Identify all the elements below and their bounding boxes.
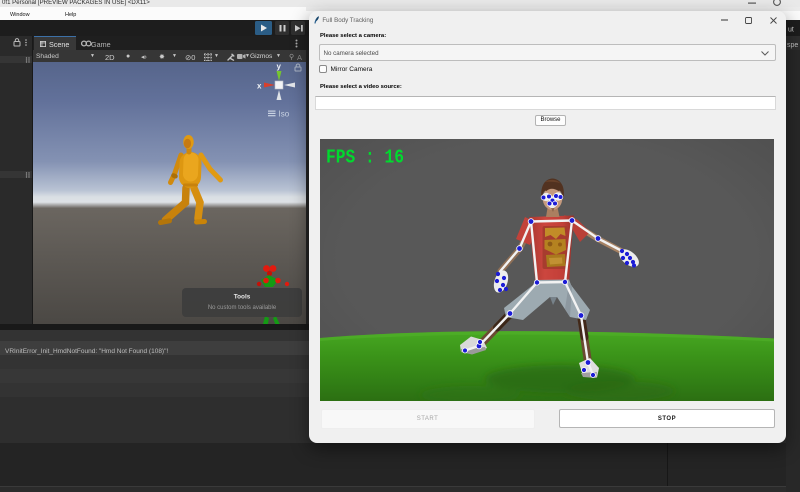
svg-text:No custom tools available: No custom tools available — [208, 305, 277, 311]
svg-text:Tools: Tools — [234, 294, 251, 301]
svg-text:spe: spe — [787, 42, 798, 49]
svg-text:x: x — [257, 82, 262, 91]
svg-text:y: y — [277, 62, 282, 71]
svg-text:ut: ut — [788, 27, 794, 34]
svg-text:Iso: Iso — [279, 110, 290, 119]
svg-text:FPS : 16: FPS : 16 — [326, 146, 404, 168]
